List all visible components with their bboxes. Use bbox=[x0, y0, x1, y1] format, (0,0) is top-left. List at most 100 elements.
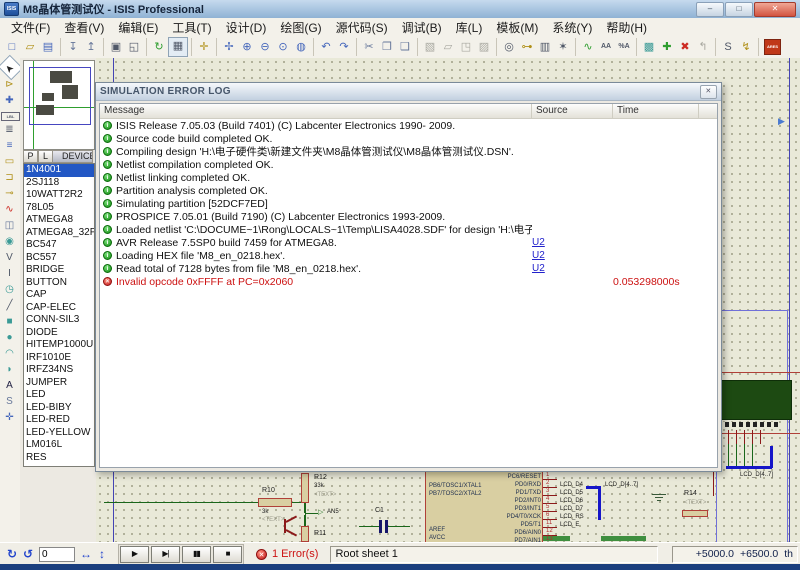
list-item[interactable]: JUMPER bbox=[24, 377, 94, 390]
resistor-r10[interactable] bbox=[258, 498, 292, 507]
dialog-close-icon[interactable]: ✕ bbox=[700, 85, 717, 99]
list-item[interactable]: LM016L bbox=[24, 439, 94, 452]
log-row-error[interactable]: ✕Invalid opcode 0xFFFF at PC=0x20600.053… bbox=[100, 275, 717, 288]
2d-path-icon[interactable]: ◗ bbox=[1, 362, 18, 377]
list-item[interactable]: IRF1010E bbox=[24, 352, 94, 365]
undo-icon[interactable]: ↶ bbox=[317, 38, 335, 56]
block-move-icon[interactable]: ▱ bbox=[439, 38, 457, 56]
toggle-grid-icon[interactable]: ▦ bbox=[168, 37, 188, 57]
column-header-source[interactable]: Source bbox=[532, 104, 613, 118]
zoom-area-icon[interactable]: ◍ bbox=[292, 38, 310, 56]
ares-netlist-icon[interactable]: ARES bbox=[764, 39, 781, 55]
list-item[interactable]: LED-BIBY bbox=[24, 402, 94, 415]
component-list[interactable]: 1N4001 2SJ118 10WATT2R2 78L05 ATMEGA8 AT… bbox=[23, 163, 95, 467]
list-item[interactable]: 2SJ118 bbox=[24, 177, 94, 190]
maximize-button[interactable]: □ bbox=[725, 2, 753, 17]
title-bar[interactable]: ISIS M8晶体管测试仪 - ISIS Professional – □ ✕ bbox=[0, 0, 800, 19]
export-icon[interactable]: ↥ bbox=[82, 38, 100, 56]
goto-sheet-icon[interactable]: ↰ bbox=[694, 38, 712, 56]
list-item[interactable]: HITEMP1000U16 bbox=[24, 339, 94, 352]
block-delete-icon[interactable]: ▨ bbox=[475, 38, 493, 56]
list-item[interactable]: BRIDGE bbox=[24, 264, 94, 277]
wire-label-icon[interactable]: LBL bbox=[1, 112, 20, 121]
list-item[interactable]: ATMEGA8 bbox=[24, 214, 94, 227]
play-button[interactable]: ▶ bbox=[120, 546, 149, 563]
design-explorer-icon[interactable]: ▩ bbox=[640, 38, 658, 56]
marker-mode-icon[interactable]: ✛ bbox=[1, 410, 18, 425]
packaging-tool-icon[interactable]: ▥ bbox=[536, 38, 554, 56]
column-header-time[interactable]: Time bbox=[613, 104, 699, 118]
pause-button[interactable]: ▮▮ bbox=[182, 546, 211, 563]
menu-system[interactable]: 系统(Y) bbox=[545, 18, 599, 37]
current-probe-icon[interactable]: I bbox=[1, 266, 18, 281]
redo-icon[interactable]: ↷ bbox=[335, 38, 353, 56]
capacitor-c1[interactable] bbox=[379, 520, 382, 533]
pick-button[interactable]: P bbox=[23, 150, 38, 163]
source-link[interactable]: U2 bbox=[532, 263, 613, 274]
copy-icon[interactable]: ❐ bbox=[378, 38, 396, 56]
log-row[interactable]: iRead total of 7128 bytes from file 'M8_… bbox=[100, 262, 717, 275]
list-item[interactable]: CAP-ELEC bbox=[24, 302, 94, 315]
close-button[interactable]: ✕ bbox=[754, 2, 796, 17]
list-item[interactable]: BC557 bbox=[24, 252, 94, 265]
source-link[interactable]: U2 bbox=[532, 250, 613, 261]
open-file-icon[interactable]: ▱ bbox=[21, 38, 39, 56]
list-item[interactable]: RES bbox=[24, 452, 94, 465]
voltage-probe-icon[interactable]: V bbox=[1, 250, 18, 265]
menu-tools[interactable]: 工具(T) bbox=[165, 18, 218, 37]
bus-mode-icon[interactable]: ≡ bbox=[1, 138, 18, 153]
device-pin-icon[interactable]: ⊸ bbox=[1, 186, 18, 201]
list-item[interactable]: LED bbox=[24, 389, 94, 402]
print-icon[interactable]: ▣ bbox=[107, 38, 125, 56]
stop-button[interactable]: ■ bbox=[213, 546, 242, 563]
column-header-message[interactable]: Message bbox=[100, 104, 532, 118]
2d-text-icon[interactable]: A bbox=[1, 378, 18, 393]
text-script-icon[interactable]: ≣ bbox=[1, 122, 18, 137]
new-sheet-icon[interactable]: ✚ bbox=[658, 38, 676, 56]
graph-mode-icon[interactable]: ∿ bbox=[1, 202, 18, 217]
menu-file[interactable]: 文件(F) bbox=[4, 18, 57, 37]
error-status[interactable]: ✕ 1 Error(s) bbox=[256, 548, 318, 560]
menu-graph[interactable]: 绘图(G) bbox=[273, 18, 328, 37]
rotate-counterclockwise-icon[interactable]: ↺ bbox=[20, 547, 36, 561]
list-item[interactable]: LED-RED bbox=[24, 414, 94, 427]
list-item[interactable]: BUTTON bbox=[24, 277, 94, 290]
rotation-angle-input[interactable] bbox=[39, 547, 75, 562]
flip-horizontal-icon[interactable]: ↔ bbox=[78, 547, 94, 561]
redraw-icon[interactable]: ↻ bbox=[150, 38, 168, 56]
log-row[interactable]: iNetlist linking completed OK. bbox=[100, 171, 717, 184]
simulation-error-log-dialog[interactable]: SIMULATION ERROR LOG ✕ Message Source Ti… bbox=[95, 82, 722, 472]
list-item[interactable]: IRFZ34NS bbox=[24, 364, 94, 377]
menu-edit[interactable]: 编辑(E) bbox=[111, 18, 165, 37]
generator-mode-icon[interactable]: ◉ bbox=[1, 234, 18, 249]
decompose-icon[interactable]: ✶ bbox=[554, 38, 572, 56]
log-row[interactable]: iCompiling design 'H:\电子硬件类\新建文件夹\M8晶体管测… bbox=[100, 145, 717, 158]
2d-arc-icon[interactable]: ◠ bbox=[1, 346, 18, 361]
cut-icon[interactable]: ✂ bbox=[360, 38, 378, 56]
2d-line-icon[interactable]: ╱ bbox=[1, 298, 18, 313]
wire-autorouter-icon[interactable]: ∿ bbox=[579, 38, 597, 56]
subcircuit-icon[interactable]: ▭ bbox=[1, 154, 18, 169]
resistor-r14[interactable] bbox=[682, 510, 708, 517]
library-button[interactable]: L bbox=[38, 150, 53, 163]
make-device-icon[interactable]: ⊶ bbox=[518, 38, 536, 56]
block-copy-icon[interactable]: ▧ bbox=[421, 38, 439, 56]
pick-device-icon[interactable]: ◎ bbox=[500, 38, 518, 56]
list-item[interactable]: ATMEGA8_32PIN bbox=[24, 227, 94, 240]
flip-vertical-icon[interactable]: ↕ bbox=[94, 547, 110, 561]
menu-source[interactable]: 源代码(S) bbox=[329, 18, 395, 37]
save-icon[interactable]: ▤ bbox=[39, 38, 57, 56]
windows-taskbar-edge[interactable] bbox=[0, 564, 800, 570]
property-assignment-icon[interactable]: %A bbox=[615, 38, 633, 56]
pan-icon[interactable]: ✢ bbox=[220, 38, 238, 56]
search-tag-icon[interactable]: AA bbox=[597, 38, 615, 56]
build-project-icon[interactable]: ↯ bbox=[737, 38, 755, 56]
rotate-clockwise-icon[interactable]: ↻ bbox=[4, 547, 20, 561]
list-item[interactable]: 10WATT2R2 bbox=[24, 189, 94, 202]
terminal-mode-icon[interactable]: ⊐ bbox=[1, 170, 18, 185]
junction-dot-icon[interactable]: ✚ bbox=[1, 93, 18, 108]
log-row[interactable]: iLoaded netlist 'C:\DOCUME~1\Rong\LOCALS… bbox=[100, 223, 717, 236]
resistor-r12[interactable] bbox=[301, 473, 309, 503]
2d-symbol-icon[interactable]: S bbox=[1, 394, 18, 409]
menu-template[interactable]: 模板(M) bbox=[489, 18, 545, 37]
